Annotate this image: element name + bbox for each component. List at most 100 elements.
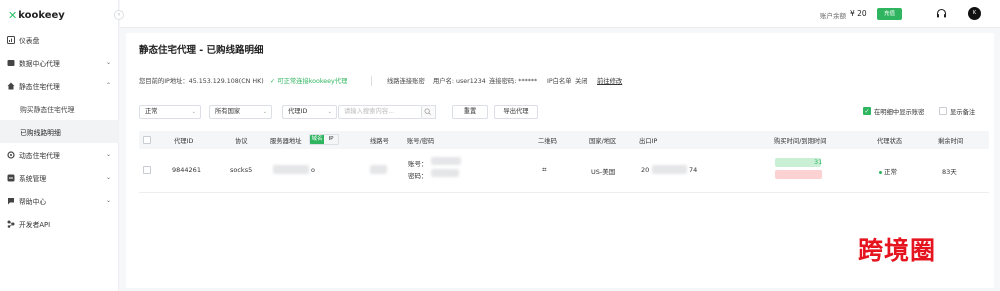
toggle-domain[interactable]: 域名	[310, 135, 324, 144]
sidebar-item-label: 系统管理	[19, 174, 47, 183]
server-suffix: o	[311, 166, 315, 174]
country: US-美国	[591, 168, 616, 176]
col-account: 账号/密码	[407, 138, 435, 145]
chevron-down-icon: ⌄	[105, 197, 111, 204]
sidebar-item-api[interactable]: 开发者API	[0, 212, 119, 235]
status-text: 正常	[884, 168, 897, 176]
connection-info-bar: 您目前的IP地址：45.153.129.108(CN HK) ✓ 可正常连接ko…	[139, 76, 989, 86]
col-server: 服务器地址	[270, 138, 302, 145]
divider	[371, 76, 372, 86]
connection-status: ✓ 可正常连接kookeey代理	[270, 78, 348, 85]
headset-icon[interactable]	[936, 8, 947, 19]
password-label: 连接密码: ******	[489, 78, 538, 85]
search-input[interactable]: 请输入搜索内容...	[338, 105, 422, 119]
protocol: socks5	[230, 166, 253, 174]
table-header: 代理ID 协议 服务器地址 域名 IP 线路号 账号/密码 二维码 国家/地区 …	[139, 131, 989, 149]
username-label: 用户名: user1234	[433, 78, 486, 85]
col-line: 线路号	[370, 138, 389, 145]
current-ip-label: 您目前的IP地址：45.153.129.108(CN HK)	[139, 78, 264, 85]
whitelist-label: IP白名单	[547, 78, 572, 85]
status-select-value: 正常	[145, 108, 158, 115]
chevron-up-icon: ⌃	[105, 82, 111, 89]
dashboard-icon	[7, 35, 15, 44]
balance-value: ¥ 20	[850, 9, 867, 18]
watermark-logo: 跨境圈	[858, 236, 937, 265]
col-status: 代理状态	[877, 138, 903, 145]
col-time: 购买时间/到期时间	[774, 138, 827, 145]
show-remark-checkbox[interactable]	[939, 107, 947, 115]
exit-ip-start: 20	[641, 166, 650, 174]
topbar: 账户余额 ¥ 20 充值 K	[120, 0, 1000, 28]
col-exit-ip: 出口IP	[639, 138, 658, 145]
help-icon	[8, 197, 14, 204]
proxy-id: 9844261	[172, 166, 201, 174]
sidebar-item-dashboard[interactable]: 仪表盘	[0, 28, 119, 51]
whitelist-edit-link[interactable]: 前往修改	[597, 76, 622, 85]
server-redacted	[273, 165, 309, 174]
password-label: 密码：	[408, 172, 428, 180]
status-badge: 正常	[879, 166, 897, 176]
expire-time-redacted	[775, 170, 822, 179]
show-remark-label: 显示备注	[950, 109, 976, 116]
purchase-time-tail: 31	[814, 158, 823, 166]
search-button[interactable]	[422, 105, 436, 119]
filter-bar: 正常 ⌄ 所有国家 ⌄ 代理ID ⌄ 请输入搜索内容... 重置 导出代理 ✓ 在明细…	[139, 105, 989, 119]
search-type-value: 代理ID	[288, 108, 308, 115]
sidebar-collapse-button[interactable]: ‹	[114, 10, 124, 20]
col-qr: 二维码	[538, 138, 557, 145]
sidebar-subitem-purchased-lines[interactable]: 已购线路明细	[0, 120, 119, 143]
col-country: 国家/地区	[589, 138, 617, 145]
conn-credentials-label: 线路连接账密	[387, 78, 425, 85]
row-checkbox[interactable]	[143, 166, 151, 174]
line-redacted	[370, 165, 387, 174]
avatar[interactable]: K	[968, 7, 981, 20]
kookeey-logo-mark: ✕	[8, 8, 17, 22]
brand-name: kookeey	[18, 9, 65, 21]
status-dot	[879, 170, 882, 174]
password-redacted	[431, 169, 459, 177]
status-select[interactable]: 正常 ⌄	[139, 105, 201, 119]
sidebar-item-dynamic-residential[interactable]: 动态住宅代理 ⌄	[0, 143, 119, 166]
sidebar-item-system[interactable]: 系统管理 ⌄	[0, 166, 119, 189]
account-redacted	[431, 157, 461, 165]
recharge-button[interactable]: 充值	[877, 8, 902, 20]
chevron-down-icon: ⌄	[262, 109, 267, 115]
qr-code-icon[interactable]: ⌗	[542, 165, 547, 175]
sidebar-item-static-residential[interactable]: 静态住宅代理 ⌃	[0, 74, 119, 97]
country-select-value: 所有国家	[215, 108, 241, 115]
col-protocol: 协议	[235, 138, 248, 145]
settings-icon	[7, 174, 15, 181]
country-select[interactable]: 所有国家 ⌄	[209, 105, 272, 119]
remaining-time: 83天	[942, 168, 957, 176]
table-row: 9844261 socks5 o 账号： 密码： ⌗ US-美国 20 74 3…	[139, 151, 989, 193]
server-format-toggle[interactable]: 域名 IP	[309, 134, 339, 145]
sidebar-subitem-buy-static[interactable]: 购买静态住宅代理	[0, 97, 119, 120]
account-label: 账号：	[408, 160, 428, 168]
chevron-down-icon: ⌄	[191, 109, 196, 115]
sidebar-item-label: 数据中心代理	[19, 59, 60, 68]
exit-ip-end: 74	[689, 166, 698, 174]
show-credentials-checkbox[interactable]: ✓	[863, 107, 871, 115]
sidebar-item-label: 动态住宅代理	[19, 151, 60, 160]
server-icon	[7, 59, 15, 66]
exit-ip-redacted	[652, 165, 687, 174]
col-remaining: 剩余时间	[938, 138, 964, 145]
toggle-ip[interactable]: IP	[324, 135, 338, 144]
chevron-down-icon: ⌄	[105, 151, 111, 158]
sidebar-item-label: 帮助中心	[19, 197, 47, 206]
api-icon	[7, 220, 15, 228]
select-all-checkbox[interactable]	[143, 136, 151, 144]
export-proxy-button[interactable]: 导出代理	[494, 105, 538, 119]
sidebar-item-help[interactable]: 帮助中心 ⌄	[0, 189, 119, 212]
search-type-select[interactable]: 代理ID ⌄	[282, 105, 337, 119]
sidebar-menu: 仪表盘 数据中心代理 ⌄ 静态住宅代理 ⌃ 购买静态住宅代理 已购线路明细 动态…	[0, 28, 119, 235]
col-proxy-id: 代理ID	[174, 138, 194, 145]
sidebar-item-label: 静态住宅代理	[19, 82, 60, 91]
sidebar-item-label: 仪表盘	[19, 36, 40, 45]
sidebar-item-label: 开发者API	[19, 220, 51, 229]
reset-button[interactable]: 重置	[452, 105, 488, 119]
sidebar-item-datacenter[interactable]: 数据中心代理 ⌄	[0, 51, 119, 74]
chevron-down-icon: ⌄	[327, 109, 332, 115]
brand-logo[interactable]: ✕ kookeey	[8, 8, 65, 22]
show-credentials-label: 在明细中显示账密	[874, 109, 925, 116]
